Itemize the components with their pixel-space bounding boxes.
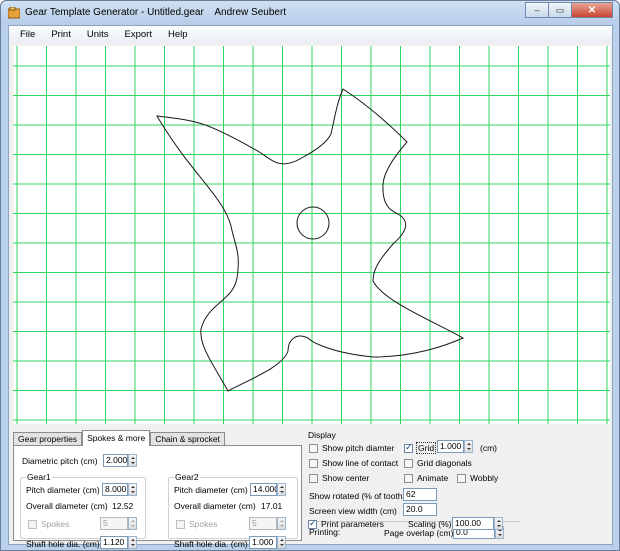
display-title: Display bbox=[308, 430, 336, 440]
menu-export[interactable]: Export bbox=[117, 29, 160, 40]
gear2-title: Gear2 bbox=[174, 472, 200, 482]
gear2-spokes-spinner[interactable] bbox=[277, 517, 286, 530]
screen-view-width-input[interactable]: 20.0 bbox=[403, 503, 437, 516]
gear1-overall-diameter-value: 12.52 bbox=[112, 501, 134, 511]
gear2-shaft-hole-input[interactable]: 1.000 bbox=[249, 536, 277, 549]
show-pitch-diameter-checkbox[interactable] bbox=[309, 444, 318, 453]
gear1-shaft-hole-input[interactable]: 1.120 bbox=[100, 536, 128, 549]
grid-lines bbox=[13, 46, 610, 424]
gear1-spokes-label: Spokes bbox=[41, 519, 70, 529]
spokes-tab-page: Diametric pitch (cm) 2.000 Gear1 Pitch d… bbox=[13, 445, 302, 549]
gear1-spokes-input[interactable]: 5 bbox=[100, 517, 128, 530]
maximize-icon[interactable]: ▭ bbox=[548, 2, 572, 18]
diametric-pitch-input[interactable]: 2.000 bbox=[103, 454, 128, 467]
print-parameters-label: Print parameters bbox=[321, 519, 384, 529]
tab-gear-properties[interactable]: Gear properties bbox=[13, 432, 83, 446]
close-icon[interactable]: ✕ bbox=[571, 2, 613, 18]
gear2-spokes-input[interactable]: 5 bbox=[249, 517, 277, 530]
grid-checkbox[interactable] bbox=[404, 442, 413, 453]
animate-checkbox[interactable] bbox=[404, 474, 413, 483]
gear2-overall-diameter-label: Overall diameter (cm) bbox=[174, 501, 256, 511]
tab-chain-sprocket[interactable]: Chain & sprocket bbox=[150, 432, 225, 446]
gear1-title: Gear1 bbox=[26, 472, 52, 482]
show-center-label: Show center bbox=[322, 473, 370, 483]
gear-outline bbox=[156, 88, 465, 392]
show-center-checkbox[interactable] bbox=[309, 474, 318, 483]
grid-diagonals-label: Grid diagonals bbox=[417, 458, 472, 468]
gear2-shaft-hole-label: Shaft hole dia. (cm) bbox=[174, 539, 248, 549]
wobbly-checkbox[interactable] bbox=[457, 474, 466, 483]
shaft-hole bbox=[296, 206, 330, 240]
title-bar[interactable]: Gear Template Generator - Untitled.gear … bbox=[1, 1, 619, 25]
minimize-icon[interactable]: – bbox=[525, 2, 549, 18]
gear2-pitch-diameter-spinner[interactable] bbox=[277, 483, 286, 496]
window-controls: – ▭ ✕ bbox=[525, 2, 613, 18]
gear2-spokes-checkbox[interactable] bbox=[176, 520, 185, 529]
show-rotated-input[interactable]: 62 bbox=[403, 488, 437, 501]
gear-app-icon bbox=[8, 7, 20, 19]
gear1-pitch-diameter-spinner[interactable] bbox=[128, 483, 137, 496]
menu-bar: File Print Units Export Help bbox=[9, 26, 612, 43]
gear1-spokes-checkbox[interactable] bbox=[28, 520, 37, 529]
show-rotated-label: Show rotated (% of tooth) bbox=[309, 491, 406, 501]
diametric-pitch-label: Diametric pitch (cm) bbox=[22, 456, 98, 466]
screen-view-width-label: Screen view width (cm) bbox=[309, 506, 397, 516]
grid-size-input[interactable]: 1.000 bbox=[437, 440, 464, 453]
gear1-overall-diameter-label: Overall diameter (cm) bbox=[26, 501, 108, 511]
gear2-pitch-diameter-label: Pitch diameter (cm) bbox=[174, 485, 248, 495]
gear1-pitch-diameter-input[interactable]: 8.000 bbox=[102, 483, 128, 496]
wobbly-label: Wobbly bbox=[470, 473, 499, 483]
show-pitch-diameter-label: Show pitch diamter bbox=[322, 443, 395, 453]
show-line-of-contact-label: Show line of contact bbox=[322, 458, 399, 468]
scaling-label: Scaling (%) bbox=[408, 519, 452, 529]
menu-help[interactable]: Help bbox=[160, 29, 196, 40]
gear2-overall-diameter-value: 17.01 bbox=[261, 501, 283, 511]
app-window: Gear Template Generator - Untitled.gear … bbox=[0, 0, 620, 551]
diametric-pitch-spinner[interactable] bbox=[128, 454, 137, 467]
gear2-spokes-label: Spokes bbox=[189, 519, 218, 529]
window-title: Gear Template Generator - Untitled.gear … bbox=[25, 7, 287, 18]
gear2-pitch-diameter-input[interactable]: 14.000 bbox=[250, 483, 277, 496]
gear-canvas[interactable] bbox=[13, 46, 610, 424]
grid-diagonals-checkbox[interactable] bbox=[404, 459, 413, 468]
printing-row-2: Print parameters Scaling (%) 100.00 bbox=[306, 517, 536, 533]
menu-print[interactable]: Print bbox=[43, 29, 79, 40]
menu-file[interactable]: File bbox=[12, 29, 43, 40]
scaling-input[interactable]: 100.00 bbox=[452, 517, 494, 530]
client-area: File Print Units Export Help Gear proper… bbox=[8, 25, 613, 549]
gear1-shaft-hole-spinner[interactable] bbox=[128, 536, 137, 549]
print-parameters-checkbox[interactable] bbox=[308, 518, 317, 529]
tab-spokes-more[interactable]: Spokes & more bbox=[82, 430, 151, 446]
grid-unit-label: (cm) bbox=[480, 443, 497, 453]
gear-drawing bbox=[13, 46, 610, 424]
gear1-spokes-spinner[interactable] bbox=[128, 517, 137, 530]
gear1-pitch-diameter-label: Pitch diameter (cm) bbox=[26, 485, 100, 495]
gear2-shaft-hole-spinner[interactable] bbox=[277, 536, 286, 549]
grid-size-spinner[interactable] bbox=[464, 440, 473, 453]
show-line-of-contact-checkbox[interactable] bbox=[309, 459, 318, 468]
animate-label: Animate bbox=[417, 473, 449, 483]
gear1-shaft-hole-label: Shaft hole dia. (cm) bbox=[26, 539, 100, 549]
grid-label: Grid bbox=[416, 442, 437, 454]
menu-units[interactable]: Units bbox=[79, 29, 117, 40]
tab-strip: Gear properties Spokes & more Chain & sp… bbox=[13, 430, 225, 446]
scaling-spinner[interactable] bbox=[494, 517, 503, 530]
